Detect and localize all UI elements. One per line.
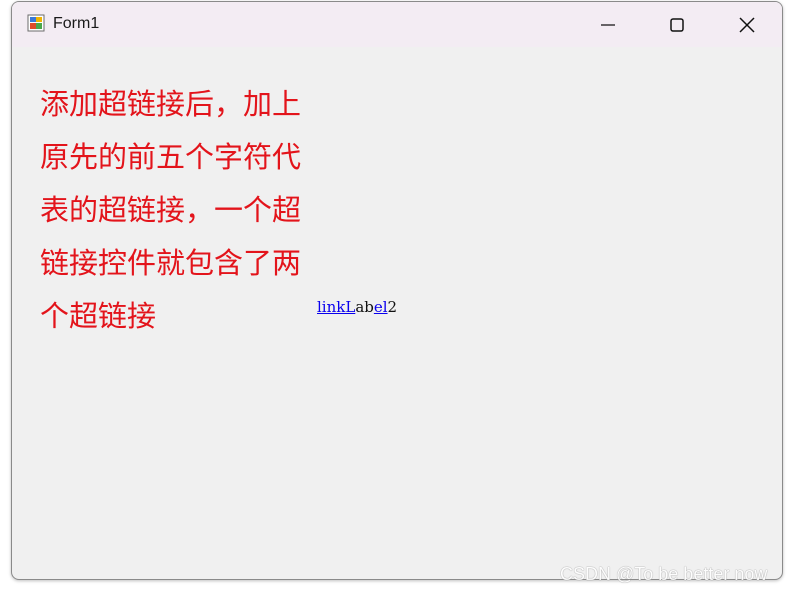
app-window: Form1 添加超链接后，加上 原先的前五个字符代 表的超链接，一个超 链接控件… bbox=[11, 1, 783, 580]
description-line-5: 个超链接 bbox=[40, 299, 157, 333]
close-icon bbox=[739, 16, 755, 33]
title-bar[interactable]: Form1 bbox=[12, 2, 782, 47]
app-icon bbox=[27, 14, 45, 32]
watermark: CSDN @To be better now bbox=[560, 564, 768, 584]
minimize-icon bbox=[601, 23, 615, 26]
hyperlink-1[interactable]: linkL bbox=[317, 298, 355, 316]
link-label-plain-text-2: 2 bbox=[387, 298, 398, 316]
maximize-icon bbox=[670, 17, 684, 32]
link-label-2: linkLabel2 bbox=[317, 298, 397, 316]
description-line-2: 原先的前五个字符代 bbox=[40, 140, 302, 174]
close-button[interactable] bbox=[724, 2, 770, 47]
hyperlink-2[interactable]: el bbox=[374, 298, 388, 316]
minimize-button[interactable] bbox=[585, 2, 631, 47]
link-label-plain-text-1: ab bbox=[355, 298, 374, 316]
window-title: Form1 bbox=[53, 15, 100, 32]
description-line-1: 添加超链接后，加上 bbox=[40, 87, 302, 121]
description-label: 添加超链接后，加上 原先的前五个字符代 表的超链接，一个超 链接控件就包含了两 … bbox=[40, 78, 340, 343]
description-line-3: 表的超链接，一个超 bbox=[40, 193, 302, 227]
description-line-4: 链接控件就包含了两 bbox=[40, 246, 302, 280]
maximize-button[interactable] bbox=[654, 2, 700, 47]
